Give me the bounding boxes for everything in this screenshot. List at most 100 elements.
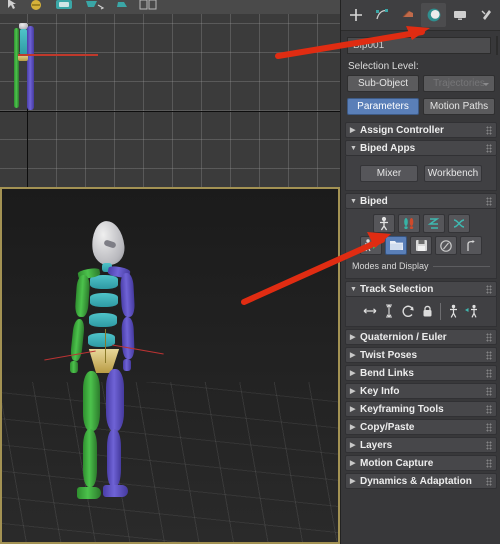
grip-icon [486, 369, 492, 378]
rollout-title: Bend Links [360, 367, 414, 379]
mixer-mode-icon[interactable] [447, 214, 470, 233]
tab-create[interactable] [344, 3, 369, 27]
chevron-right-icon: ▶ [350, 369, 356, 377]
body-rotation-icon[interactable] [400, 302, 417, 320]
move-all-mode-icon[interactable] [460, 236, 482, 255]
snap-toggle-icon[interactable] [136, 0, 157, 12]
rollout-title: Keyframing Tools [360, 403, 444, 415]
perspective-viewport[interactable] [0, 187, 340, 544]
tab-modify[interactable] [370, 3, 395, 27]
group-divider [432, 265, 490, 267]
red-guide-line [18, 54, 98, 56]
mixer-button[interactable]: Mixer [360, 165, 418, 182]
track-selection-divider [439, 302, 441, 320]
rollout-assign-controller: ▶ Assign Controller [345, 122, 497, 138]
footstep-mode-icon[interactable] [397, 214, 420, 233]
body-vertical-icon[interactable] [381, 302, 398, 320]
track-selection-buttons [350, 302, 492, 320]
convert-icon[interactable] [435, 236, 457, 255]
object-color-swatch[interactable] [496, 36, 498, 55]
chevron-down-icon: ▼ [350, 197, 357, 205]
rollout-header-keyframing-tools[interactable]: ▶ Keyframing Tools [345, 401, 497, 417]
select-and-rotate-icon[interactable] [112, 0, 132, 12]
rollout-key-info: ▶ Key Info [345, 383, 497, 399]
main-toolbar [0, 0, 340, 15]
object-name-input[interactable] [347, 37, 491, 54]
rollout-biped-apps: ▼ Biped Apps Mixer Workbench [345, 140, 497, 191]
viewport-area [0, 14, 340, 544]
chevron-right-icon: ▶ [350, 405, 356, 413]
selection-level-row-1: Sub-Object Trajectories [341, 72, 500, 95]
grip-icon [486, 351, 492, 360]
biped-mode-row-2 [350, 236, 492, 255]
rollout-copy-paste: ▶ Copy/Paste [345, 419, 497, 435]
chevron-right-icon: ▶ [350, 126, 356, 134]
opposite-tracks-icon[interactable] [464, 302, 481, 320]
rollout-header-track-selection[interactable]: ▼ Track Selection [345, 281, 497, 297]
lock-com-keying-icon[interactable] [419, 302, 436, 320]
biped-character[interactable] [44, 219, 190, 521]
rollout-header-twist-poses[interactable]: ▶ Twist Poses [345, 347, 497, 363]
grip-icon [486, 333, 492, 342]
sub-object-button[interactable]: Sub-Object [347, 75, 419, 92]
workbench-button[interactable]: Workbench [424, 165, 482, 182]
grip-icon [486, 144, 492, 153]
trajectories-button[interactable]: Trajectories [423, 75, 495, 92]
figure-mode-icon[interactable] [372, 214, 395, 233]
tab-utilities[interactable] [473, 3, 498, 27]
grip-icon [486, 441, 492, 450]
rollout-title: Key Info [360, 385, 400, 397]
chevron-right-icon: ▶ [350, 459, 356, 467]
grip-icon [486, 459, 492, 468]
rollout-title: Copy/Paste [360, 421, 415, 433]
rollout-twist-poses: ▶ Twist Poses [345, 347, 497, 363]
rollout-header-layers[interactable]: ▶ Layers [345, 437, 497, 453]
rollout-header-copy-paste[interactable]: ▶ Copy/Paste [345, 419, 497, 435]
body-horizontal-icon[interactable] [362, 302, 379, 320]
select-and-move-icon[interactable] [82, 0, 105, 12]
biped-playback-icon[interactable] [360, 236, 382, 255]
grip-icon [486, 405, 492, 414]
rollout-header-dynamics-adaptation[interactable]: ▶ Dynamics & Adaptation [345, 473, 497, 489]
rollout-title: Quaternion / Euler [360, 331, 447, 343]
rollout-quaternion-euler: ▶ Quaternion / Euler [345, 329, 497, 345]
motion-flow-mode-icon[interactable] [422, 214, 445, 233]
grip-icon [486, 197, 492, 206]
selection-level-row-2: Parameters Motion Paths [341, 95, 500, 118]
load-file-icon[interactable] [385, 236, 407, 255]
rollout-title: Track Selection [360, 283, 434, 295]
rollout-title: Layers [360, 439, 393, 451]
rollout-motion-capture: ▶ Motion Capture [345, 455, 497, 471]
rollout-biped: ▼ Biped Modes and Display [345, 193, 497, 279]
rollout-header-quaternion-euler[interactable]: ▶ Quaternion / Euler [345, 329, 497, 345]
rollout-track-selection: ▼ Track Selection [345, 281, 497, 327]
rollout-header-key-info[interactable]: ▶ Key Info [345, 383, 497, 399]
rollout-bend-links: ▶ Bend Links [345, 365, 497, 381]
rollout-header-bend-links[interactable]: ▶ Bend Links [345, 365, 497, 381]
select-by-name-icon[interactable] [26, 0, 46, 12]
rectangular-selection-icon[interactable] [52, 0, 72, 12]
command-panel: Selection Level: Sub-Object Trajectories… [340, 0, 500, 544]
rollout-header-motion-capture[interactable]: ▶ Motion Capture [345, 455, 497, 471]
select-object-icon[interactable] [2, 0, 22, 12]
biped-apps-buttons: Mixer Workbench [350, 161, 492, 184]
rollout-title: Dynamics & Adaptation [360, 475, 472, 487]
rollout-header-assign-controller[interactable]: ▶ Assign Controller [345, 122, 497, 138]
motion-paths-button[interactable]: Motion Paths [423, 98, 495, 115]
save-file-icon[interactable] [410, 236, 432, 255]
symmetrical-tracks-icon[interactable] [445, 302, 462, 320]
grip-icon [486, 126, 492, 135]
chevron-down-icon: ▼ [350, 285, 357, 293]
parameters-button[interactable]: Parameters [347, 98, 419, 115]
top-viewport-grid [0, 14, 340, 187]
rollout-body-biped: Modes and Display [345, 209, 497, 279]
tab-hierarchy[interactable] [396, 3, 421, 27]
grip-icon [486, 387, 492, 396]
chevron-right-icon: ▶ [350, 441, 356, 449]
top-viewport[interactable] [0, 14, 340, 187]
tab-motion[interactable] [421, 3, 447, 27]
chevron-right-icon: ▶ [350, 333, 356, 341]
rollout-header-biped[interactable]: ▼ Biped [345, 193, 497, 209]
rollout-header-biped-apps[interactable]: ▼ Biped Apps [345, 140, 497, 156]
tab-display[interactable] [447, 3, 472, 27]
